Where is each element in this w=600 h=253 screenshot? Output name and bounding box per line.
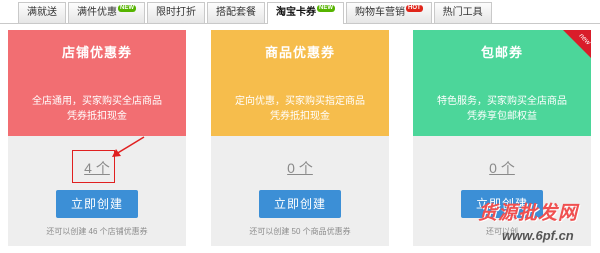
- watermark-url: www.6pf.cn: [502, 228, 574, 243]
- coupon-card-item: 商品优惠券 定向优惠，买家购买指定商品 凭券抵扣现金 0 个 立即创建 还可以创…: [211, 30, 389, 246]
- tab-xianshi-dazhe[interactable]: 限时打折: [147, 2, 205, 23]
- card-footer-note: 还可以创建 50 个商品优惠券: [249, 227, 351, 236]
- hot-badge: HOT: [406, 5, 423, 12]
- tab-manjian-youhui[interactable]: 满件优惠 NEW: [68, 2, 145, 23]
- tab-taobao-kaquan[interactable]: 淘宝卡券 NEW: [267, 2, 344, 24]
- new-corner-ribbon: new: [563, 30, 591, 58]
- tab-label: 满件优惠: [77, 7, 117, 18]
- desc-line: 凭券抵扣现金: [270, 111, 330, 122]
- card-description: 定向优惠，买家购买指定商品 凭券抵扣现金: [221, 94, 379, 124]
- coupon-count-link[interactable]: 0 个: [413, 158, 591, 178]
- tab-gouwuche-yingxiao[interactable]: 购物车营销 HOT: [346, 2, 432, 23]
- card-header: 店铺优惠券 全店通用，买家购买全店商品 凭券抵扣现金: [8, 30, 186, 136]
- tabs-container: 满就送 满件优惠 NEW 限时打折 搭配套餐 淘宝卡券 NEW 购物车营销 HOT 热…: [18, 2, 494, 24]
- tab-bar: 满就送 满件优惠 NEW 限时打折 搭配套餐 淘宝卡券 NEW 购物车营销 HOT 热…: [0, 0, 600, 24]
- card-footer-note: 还可以创建 46 个店铺优惠券: [46, 227, 148, 236]
- watermark-logo: 货源批发网: [478, 203, 579, 224]
- tab-manjiusong[interactable]: 满就送: [18, 2, 66, 23]
- annotation-arrow-icon: [112, 136, 145, 157]
- desc-line: 凭券抵扣现金: [67, 111, 127, 122]
- desc-line: 特色服务，买家购买全店商品: [437, 96, 567, 107]
- tab-label: 限时打折: [156, 7, 196, 18]
- desc-line: 全店通用，买家购买全店商品: [32, 96, 162, 107]
- tab-remen-gongju[interactable]: 热门工具: [433, 2, 492, 23]
- card-description: 全店通用，买家购买全店商品 凭券抵扣现金: [18, 94, 176, 124]
- new-badge: NEW: [317, 5, 335, 12]
- new-badge: NEW: [118, 5, 136, 12]
- card-description: 特色服务，买家购买全店商品 凭券享包邮权益: [423, 94, 581, 124]
- create-button[interactable]: 立即创建: [259, 190, 341, 218]
- tab-label: 淘宝卡券: [276, 7, 316, 18]
- coupon-count-link[interactable]: 0 个: [211, 158, 389, 178]
- tab-label: 满就送: [27, 7, 57, 18]
- desc-line: 定向优惠，买家购买指定商品: [235, 96, 365, 107]
- annotation-highlight-box: [72, 150, 115, 183]
- card-title: 商品优惠券: [264, 45, 335, 60]
- card-title: 店铺优惠券: [61, 45, 132, 60]
- desc-line: 凭券享包邮权益: [467, 111, 537, 122]
- create-button[interactable]: 立即创建: [56, 190, 138, 218]
- coupon-card-shop: 店铺优惠券 全店通用，买家购买全店商品 凭券抵扣现金 4 个 立即创建 还可以创…: [8, 30, 186, 246]
- tab-label: 购物车营销: [355, 7, 405, 18]
- card-header: 包邮券 特色服务，买家购买全店商品 凭券享包邮权益 new: [413, 30, 591, 136]
- tab-label: 搭配套餐: [216, 7, 256, 18]
- tab-label: 热门工具: [442, 7, 483, 18]
- tab-dapei-taocan[interactable]: 搭配套餐: [207, 2, 265, 23]
- card-header: 商品优惠券 定向优惠，买家购买指定商品 凭券抵扣现金: [211, 30, 389, 136]
